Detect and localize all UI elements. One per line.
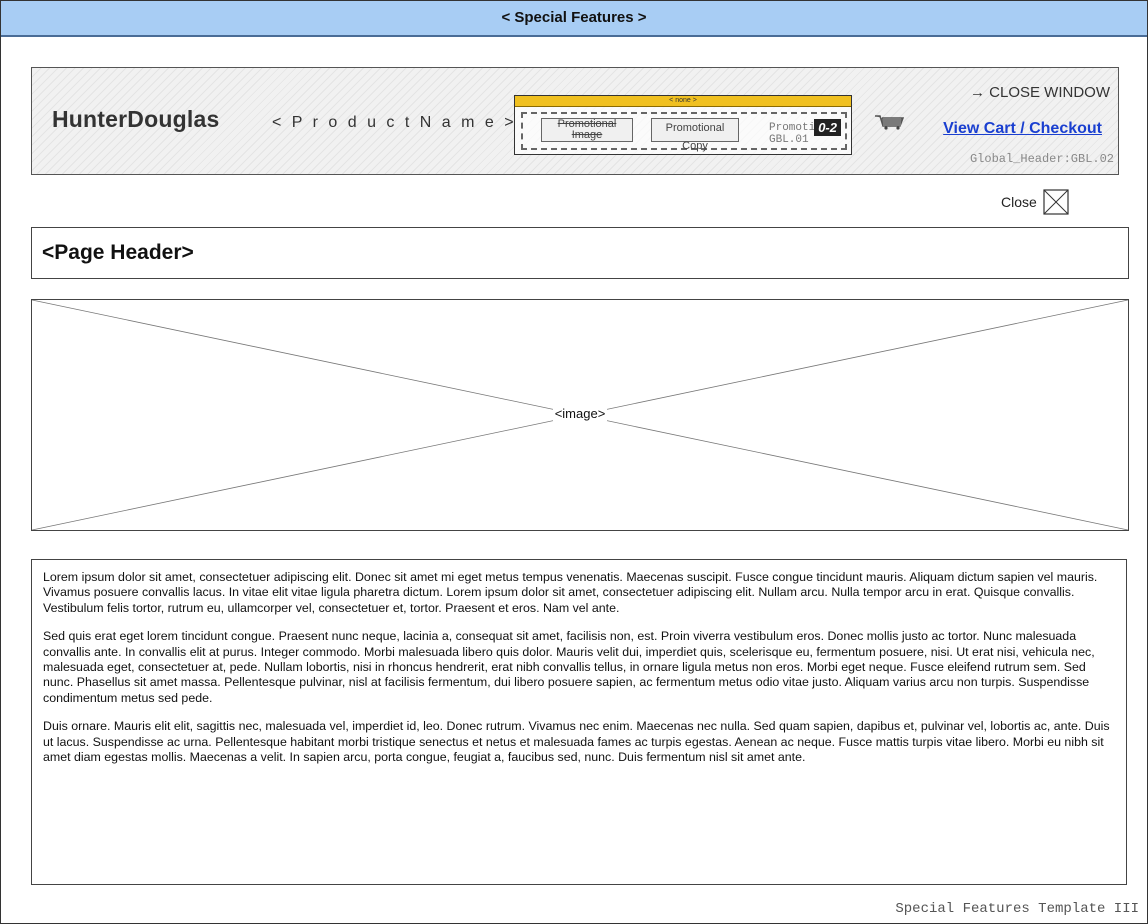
promotion-area: < none > Promotional Image Promotional C… (514, 95, 852, 155)
product-name: < P r o d u c t N a m e > (272, 114, 517, 131)
close-x-icon[interactable] (1043, 189, 1069, 215)
body-text: Lorem ipsum dolor sit amet, consectetuer… (31, 559, 1127, 885)
body-paragraph: Lorem ipsum dolor sit amet, consectetuer… (43, 570, 1098, 615)
window-title: < Special Features > (1, 1, 1147, 37)
close-label[interactable]: Close (1001, 194, 1037, 210)
promo-container: Promotional Image Promotional Copy Promo… (521, 112, 847, 152)
template-label: Special Features Template III (895, 901, 1139, 917)
page-title: <Page Header> (42, 241, 194, 264)
body-paragraph: Duis ornare. Mauris elit elit, sagittis … (43, 719, 1110, 765)
special-features-window: < Special Features > HunterDouglas < P r… (0, 0, 1148, 924)
brand-logo[interactable]: HunterDouglas (52, 106, 219, 133)
cart-icon[interactable] (874, 114, 904, 130)
global-header-label: Global_Header:GBL.02 (969, 152, 1114, 166)
image-label-text: <image> (552, 406, 608, 421)
image-label: <image> (32, 406, 1128, 421)
image-placeholder: <image> (31, 299, 1129, 531)
promo-count-badge: 0-2 (814, 119, 841, 136)
view-cart-checkout-link[interactable]: View Cart / Checkout (943, 120, 1102, 138)
promotional-image[interactable]: Promotional Image (541, 118, 633, 142)
promotional-copy[interactable]: Promotional Copy (651, 118, 739, 152)
body-paragraph: Sed quis erat eget lorem tincidunt congu… (43, 629, 1095, 705)
close-window-link[interactable]: → CLOSE WINDOW (970, 84, 1110, 101)
promo-bar-label: < none > (515, 96, 851, 107)
close-control[interactable]: Close (1001, 189, 1069, 215)
page-header: <Page Header> (31, 227, 1129, 279)
global-header: HunterDouglas < P r o d u c t N a m e > … (31, 67, 1119, 175)
